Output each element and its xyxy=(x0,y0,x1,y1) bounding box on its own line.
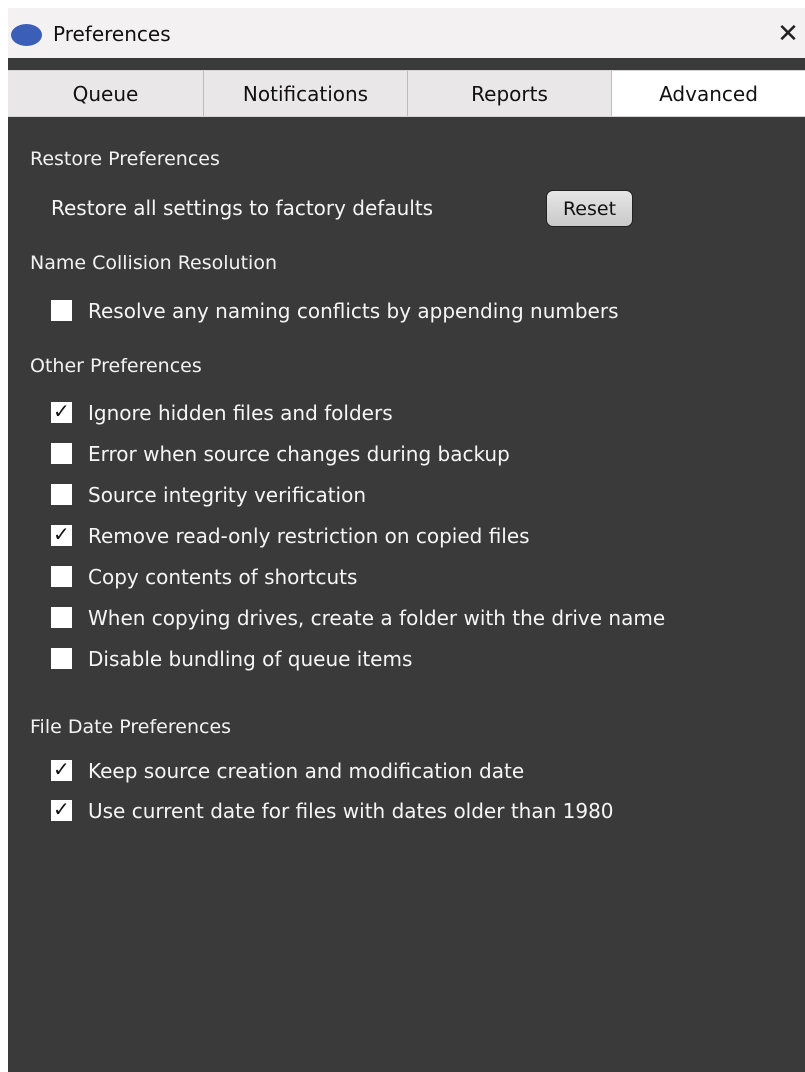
tab-reports[interactable]: Reports xyxy=(408,71,612,116)
tab-bar: Queue Notifications Reports Advanced xyxy=(8,70,805,117)
close-icon[interactable]: ✕ xyxy=(777,19,799,49)
label-drive-folder[interactable]: When copying drives, create a folder wit… xyxy=(88,604,665,632)
restore-description: Restore all settings to factory defaults xyxy=(51,196,434,220)
label-current-date-1980[interactable]: Use current date for files with dates ol… xyxy=(88,797,614,825)
app-logo-icon xyxy=(11,24,42,46)
tab-advanced[interactable]: Advanced xyxy=(612,71,805,116)
tab-queue[interactable]: Queue xyxy=(8,71,204,116)
label-ignore-hidden[interactable]: Ignore hidden files and folders xyxy=(88,399,393,427)
advanced-panel: Restore Preferences Restore all settings… xyxy=(8,117,805,1072)
checkbox-resolve-naming-conflicts[interactable]: ✓ xyxy=(51,300,72,321)
section-title-other: Other Preferences xyxy=(30,355,202,377)
label-disable-bundling[interactable]: Disable bundling of queue items xyxy=(88,645,412,673)
label-remove-read-only[interactable]: Remove read-only restriction on copied f… xyxy=(88,522,530,550)
window-title: Preferences xyxy=(53,22,171,46)
checkbox-disable-bundling[interactable]: ✓ xyxy=(51,648,72,669)
label-copy-shortcuts[interactable]: Copy contents of shortcuts xyxy=(88,563,357,591)
checkmark-icon: ✓ xyxy=(53,797,70,821)
reset-button[interactable]: Reset xyxy=(546,190,633,227)
label-keep-source-date[interactable]: Keep source creation and modification da… xyxy=(88,757,524,785)
checkbox-keep-source-date[interactable]: ✓ xyxy=(51,757,72,781)
checkbox-error-source-changes[interactable]: ✓ xyxy=(51,443,72,464)
section-title-file-date: File Date Preferences xyxy=(30,716,232,738)
section-title-restore: Restore Preferences xyxy=(30,148,220,170)
title-bar[interactable]: Preferences ✕ xyxy=(8,8,805,58)
checkbox-ignore-hidden[interactable]: ✓ xyxy=(51,399,72,423)
checkbox-source-integrity[interactable]: ✓ xyxy=(51,484,72,505)
section-title-name-collision: Name Collision Resolution xyxy=(30,252,277,274)
label-error-source-changes[interactable]: Error when source changes during backup xyxy=(88,440,510,468)
label-source-integrity[interactable]: Source integrity verification xyxy=(88,481,366,509)
close-button[interactable]: ✕ xyxy=(771,16,805,52)
checkbox-copy-shortcuts[interactable]: ✓ xyxy=(51,566,72,587)
checkbox-remove-read-only[interactable]: ✓ xyxy=(51,522,72,546)
preferences-window: Preferences ✕ Queue Notifications Report… xyxy=(8,8,805,1072)
checkbox-current-date-1980[interactable]: ✓ xyxy=(51,797,72,821)
label-resolve-naming-conflicts[interactable]: Resolve any naming conflicts by appendin… xyxy=(88,297,619,325)
checkmark-icon: ✓ xyxy=(53,399,70,423)
checkbox-drive-folder[interactable]: ✓ xyxy=(51,607,72,628)
checkmark-icon: ✓ xyxy=(53,757,70,781)
tab-notifications[interactable]: Notifications xyxy=(204,71,408,116)
checkmark-icon: ✓ xyxy=(53,522,70,546)
